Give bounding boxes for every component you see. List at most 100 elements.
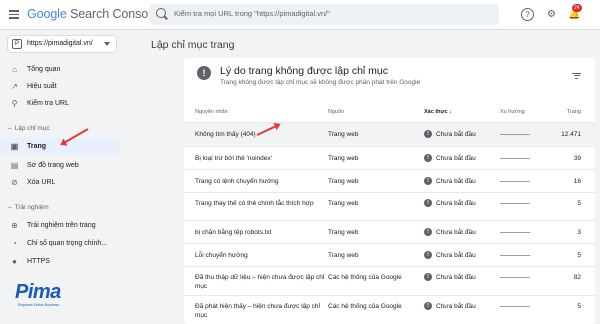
sidebar-item-overview[interactable]: ⌂ Tổng quan	[0, 61, 120, 78]
section-indexing[interactable]: Lập chỉ mục	[8, 125, 50, 132]
not-indexed-reasons-card: ! Lý do trang không được lập chỉ mục Tra…	[184, 58, 595, 324]
pages-icon: ▣	[10, 142, 19, 151]
experience-icon: ⊕	[11, 221, 18, 230]
sidebar-item-https[interactable]: ● HTTPS	[0, 253, 120, 270]
url-inspect-search[interactable]: Kiểm tra mọi URL trong "https://pimadigi…	[149, 4, 499, 25]
row-source: Trang web	[328, 155, 359, 162]
row-source: Trang web	[328, 200, 359, 207]
sidebar-item-label: Sơ đồ trang web	[27, 162, 79, 169]
trend-sparkline	[500, 277, 530, 278]
row-validation: ! Chưa bắt đầu	[424, 130, 476, 139]
sidebar-item-core-web-vitals[interactable]: ◔ Chỉ số quan trọng chính...	[0, 235, 120, 252]
chevron-down-icon	[104, 42, 110, 46]
trending-icon: ↗	[11, 82, 18, 91]
menu-icon[interactable]	[9, 8, 19, 22]
sidebar-item-page-experience[interactable]: ⊕ Trải nghiệm trên trang	[0, 217, 120, 234]
sidebar-item-label: Tổng quan	[27, 66, 61, 73]
row-validation-label: Chưa bắt đầu	[436, 303, 476, 310]
row-validation: ! Chưa bắt đầu	[424, 154, 476, 163]
column-header-validation[interactable]: Xác thực ↓	[424, 109, 452, 115]
home-icon: ⌂	[12, 65, 17, 74]
status-info-icon: !	[424, 177, 432, 185]
row-validation-label: Chưa bắt đầu	[436, 200, 476, 207]
sort-down-icon: ↓	[449, 109, 452, 115]
sidebar-item-label: Kiểm tra URL	[27, 100, 70, 107]
status-info-icon: !	[424, 199, 432, 207]
table-row[interactable]: Không tìm thấy (404) Trang web! Chưa bắt đ…	[184, 122, 595, 146]
notification-badge: 24	[572, 4, 582, 12]
row-validation: ! Chưa bắt đầu	[424, 273, 476, 282]
column-header-pages[interactable]: Trang	[567, 109, 581, 115]
logo-product: Search Console	[70, 7, 158, 21]
column-header-source[interactable]: Nguồn	[328, 109, 344, 115]
row-validation-label: Chưa bắt đầu	[436, 229, 476, 236]
search-icon: ⚲	[11, 99, 18, 108]
status-info-icon: !	[424, 302, 432, 310]
table-row[interactable]: Bị loại trừ bởi thẻ 'noindex' Trang web! C…	[184, 146, 595, 169]
logo-google: Google	[27, 7, 67, 21]
row-pages: 5	[577, 303, 581, 310]
row-pages: 82	[573, 274, 581, 281]
row-pages: 39	[573, 155, 581, 162]
table-row[interactable]: Trang có lệnh chuyển hướng Trang web! Chưa…	[184, 169, 595, 192]
sidebar-item-label: Xóa URL	[27, 179, 56, 186]
sitemap-icon: ▤	[10, 161, 19, 170]
row-validation-label: Chưa bắt đầu	[436, 131, 476, 138]
column-header-validation-label: Xác thực	[424, 109, 448, 115]
row-reason: Bị loại trừ bởi thẻ 'noindex'	[195, 155, 272, 162]
row-pages: 5	[577, 252, 581, 259]
row-source: Trang web	[328, 178, 359, 185]
status-info-icon: !	[424, 154, 432, 162]
status-info-icon: !	[424, 273, 432, 281]
table-row[interactable]: Đã phát hiện thấy – hiện chưa được lập c…	[184, 295, 595, 324]
column-header-trend[interactable]: Xu hướng	[500, 109, 525, 115]
row-source: Trang web	[328, 131, 359, 138]
property-favicon-icon: P	[12, 39, 22, 49]
sidebar-item-performance[interactable]: ↗ Hiệu suất	[0, 78, 120, 95]
row-validation: ! Chưa bắt đầu	[424, 199, 476, 208]
filter-icon[interactable]	[572, 71, 581, 81]
sidebar-item-removals[interactable]: ⊘ Xóa URL	[0, 174, 120, 191]
trend-sparkline	[500, 255, 530, 256]
column-header-reason[interactable]: Nguyên nhân	[195, 109, 228, 115]
app-logo[interactable]: Google Search Console	[27, 7, 158, 21]
top-bar: Google Search Console Kiểm tra mọi URL t…	[0, 0, 600, 30]
row-reason: Trang thay thế có thẻ chính tắc thích hợ…	[195, 200, 314, 207]
row-validation: ! Chưa bắt đầu	[424, 302, 476, 311]
property-selector[interactable]: P https://pimadigital.vn/	[7, 35, 117, 53]
card-title: Lý do trang không được lập chỉ mục	[220, 65, 389, 77]
row-validation: ! Chưa bắt đầu	[424, 251, 476, 260]
row-source: Các hệ thống của Google	[328, 303, 402, 310]
status-info-icon: !	[424, 228, 432, 236]
sidebar-item-url-inspection[interactable]: ⚲ Kiểm tra URL	[0, 95, 120, 112]
table-row[interactable]: Lỗi chuyển hướng Trang web! Chưa bắt đầu 5	[184, 243, 595, 266]
table-row[interactable]: bị chặn bằng tệp robots.txt Trang web! Chư…	[184, 220, 595, 243]
row-validation-label: Chưa bắt đầu	[436, 252, 476, 259]
trend-sparkline	[500, 306, 530, 307]
row-source: Các hệ thống của Google	[328, 274, 402, 281]
sidebar-item-label: Chỉ số quan trọng chính...	[27, 240, 108, 247]
row-reason: Lỗi chuyển hướng	[195, 252, 248, 259]
row-reason: bị chặn bằng tệp robots.txt	[195, 229, 272, 236]
help-icon[interactable]: ?	[521, 8, 534, 21]
info-icon: !	[197, 66, 211, 80]
search-placeholder: Kiểm tra mọi URL trong "https://pimadigi…	[174, 9, 330, 18]
trend-sparkline	[500, 203, 530, 204]
table-row[interactable]: Đã thu thập dữ liệu – hiện chưa được lập…	[184, 266, 595, 295]
table-row[interactable]: Trang thay thế có thẻ chính tắc thích hợ…	[184, 192, 595, 220]
row-validation: ! Chưa bắt đầu	[424, 228, 476, 237]
row-reason: Đã thu thập dữ liệu – hiện chưa được lập…	[195, 274, 325, 290]
row-pages: 5	[577, 200, 581, 207]
trend-sparkline	[500, 181, 530, 182]
brand-tagline: Empower Online Business	[18, 303, 60, 307]
row-pages: 12.471	[561, 131, 581, 138]
row-pages: 16	[573, 178, 581, 185]
brand-logo: Pima	[15, 281, 61, 303]
section-experience[interactable]: Trải nghiệm	[8, 204, 49, 211]
sidebar-item-sitemaps[interactable]: ▤ Sơ đồ trang web	[0, 157, 120, 174]
row-source: Trang web	[328, 229, 359, 236]
users-icon[interactable]: ⚙	[545, 8, 558, 21]
remove-icon: ⊘	[11, 178, 18, 187]
row-reason: Trang có lệnh chuyển hướng	[195, 178, 279, 185]
row-validation-label: Chưa bắt đầu	[436, 155, 476, 162]
